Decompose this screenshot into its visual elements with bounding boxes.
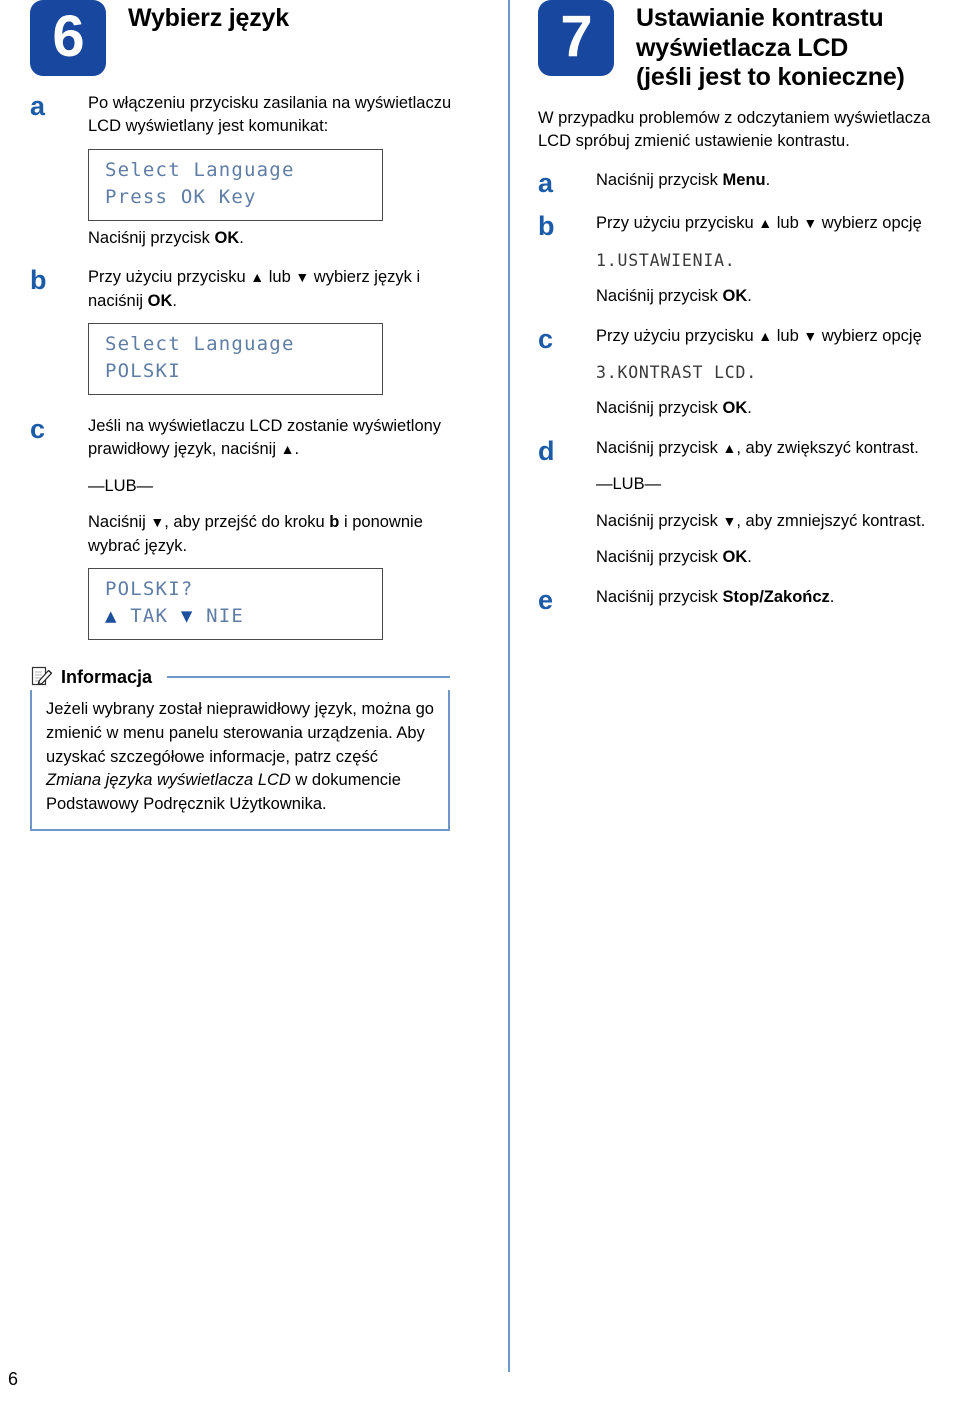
lcd-display-a: Select Language Press OK Key	[88, 148, 383, 221]
up-arrow-icon: ▲	[758, 215, 773, 232]
information-note-title: Informacja	[61, 666, 153, 687]
substep-c-text-2: Naciśnij przycisk OK.	[596, 399, 752, 418]
step-7-title: Ustawianie kontrastu wyświetlacza LCD (j…	[636, 0, 905, 93]
step-number-badge-7: 7	[538, 0, 614, 76]
down-arrow-icon: ▼	[150, 514, 165, 531]
right-column: 7 Ustawianie kontrastu wyświetlacza LCD …	[538, 0, 950, 613]
lcd-display-b: Select Language POLSKI	[88, 323, 383, 395]
substep-a: a Naciśnij przycisk Menu.	[538, 168, 950, 199]
button-name-ok: OK	[722, 399, 748, 418]
substep-a-text: Naciśnij przycisk Menu.	[596, 171, 771, 190]
substep-a-body: Po włączeniu przycisku zasilania na wyśw…	[88, 92, 470, 250]
menu-option-value: 1.USTAWIENIA.	[596, 250, 736, 270]
substep-b-body: Przy użyciu przycisku ▲ lub ▼ wybierz ję…	[88, 266, 470, 399]
substep-e: e Naciśnij przycisk Stop/Zakończ.	[538, 586, 950, 613]
substep-c-text-1: Jeśli na wyświetlaczu LCD zostanie wyświ…	[88, 416, 442, 459]
information-note-rule	[167, 676, 450, 679]
substep-c-text-2: Naciśnij ▼, aby przejść do kroku b i pon…	[88, 513, 423, 555]
step-6-title-line-1: Wybierz język	[128, 4, 289, 32]
down-arrow-icon: ▼	[803, 327, 818, 344]
substep-letter-b: b	[538, 211, 555, 242]
down-arrow-icon: ▼	[180, 605, 194, 628]
substep-letter-b: b	[30, 265, 47, 296]
button-name-menu: Menu	[722, 171, 766, 190]
note-text-italic-ref: Zmiana języka wyświetlacza LCD	[46, 771, 291, 790]
substep-letter-a: a	[538, 168, 554, 199]
substep-letter-d: d	[538, 435, 555, 466]
lcd-line: POLSKI?	[105, 578, 194, 601]
substep-a-after: Naciśnij przycisk OK.	[88, 228, 244, 247]
substep-b: b Przy użyciu przycisku ▲ lub ▼ wybierz …	[30, 266, 470, 399]
note-pencil-icon	[30, 665, 54, 689]
information-note: Informacja Jeżeli wybrany został niepraw…	[30, 664, 450, 831]
down-arrow-icon: ▼	[722, 512, 737, 529]
lcd-line: Press OK Key	[105, 185, 257, 208]
substep-letter-e: e	[538, 584, 554, 615]
left-column: 6 Wybierz język a Po włączeniu przycisku…	[30, 0, 470, 831]
lcd-line: ▲ TAK ▼ NIE	[105, 605, 245, 628]
lcd-line: POLSKI	[105, 360, 181, 383]
button-name-stop-exit: Stop/Zakończ	[722, 587, 830, 606]
substep-d-body: Naciśnij przycisk ▲, aby zwiększyć kontr…	[596, 437, 950, 570]
substep-letter-a: a	[30, 91, 46, 121]
substep-d: d Naciśnij przycisk ▲, aby zwiększyć kon…	[538, 437, 950, 570]
step-6-header: 6 Wybierz język	[30, 0, 470, 76]
button-name-ok: OK	[147, 291, 173, 310]
substep-c: c Przy użyciu przycisku ▲ lub ▼ wybierz …	[538, 325, 950, 421]
substep-d-text-2: Naciśnij przycisk ▼, aby zmniejszyć kont…	[596, 511, 926, 530]
lcd-line: Select Language	[105, 333, 295, 356]
substep-d-or: —LUB—	[596, 475, 662, 494]
step-7-title-line-1: Ustawianie kontrastu	[636, 4, 884, 32]
step-7-title-line-2: wyświetlacza LCD	[636, 33, 849, 62]
menu-option-value: 3.KONTRAST LCD.	[596, 363, 758, 383]
step-6-title: Wybierz język	[128, 0, 289, 34]
lcd-display-c: POLSKI? ▲ TAK ▼ NIE	[88, 568, 383, 641]
substep-c-body: Przy użyciu przycisku ▲ lub ▼ wybierz op…	[596, 325, 950, 421]
information-note-body: Jeżeli wybrany został nieprawidłowy języ…	[30, 690, 450, 831]
substep-letter-c: c	[538, 323, 554, 354]
step-7-intro: W przypadku problemów z odczytaniem wyśw…	[538, 108, 931, 150]
up-arrow-icon: ▲	[105, 605, 118, 628]
lcd-line: Select Language	[105, 158, 295, 181]
note-pencil-icon-svg	[31, 666, 53, 686]
substep-b-body: Przy użyciu przycisku ▲ lub ▼ wybierz op…	[596, 212, 950, 308]
substep-c-or: —LUB—	[88, 476, 154, 495]
down-arrow-icon: ▼	[295, 269, 310, 286]
substep-a-text: Po włączeniu przycisku zasilania na wyśw…	[88, 94, 452, 136]
page-number: 6	[8, 1369, 19, 1389]
substep-c: c Jeśli na wyświetlaczu LCD zostanie wyś…	[30, 415, 470, 644]
substep-a-body: Naciśnij przycisk Menu.	[596, 169, 950, 192]
down-arrow-icon: ▼	[803, 215, 818, 232]
substep-b-text-1: Przy użyciu przycisku ▲ lub ▼ wybierz op…	[596, 214, 922, 233]
step-7-header: 7 Ustawianie kontrastu wyświetlacza LCD …	[538, 0, 950, 93]
step-7-title-line-3: (jeśli jest to konieczne)	[636, 63, 905, 91]
information-note-header: Informacja	[30, 664, 450, 690]
up-arrow-icon: ▲	[722, 439, 737, 456]
substep-b: b Przy użyciu przycisku ▲ lub ▼ wybierz …	[538, 212, 950, 308]
substep-d-text-3: Naciśnij przycisk OK.	[596, 548, 752, 567]
substep-c-body: Jeśli na wyświetlaczu LCD zostanie wyświ…	[88, 415, 470, 644]
substep-d-text-1: Naciśnij przycisk ▲, aby zwiększyć kontr…	[596, 438, 919, 457]
button-name-ok: OK	[214, 228, 240, 247]
button-name-ok: OK	[722, 548, 748, 567]
substep-b-text-2: Naciśnij przycisk OK.	[596, 287, 752, 306]
step-ref-b: b	[329, 513, 340, 532]
substep-e-body: Naciśnij przycisk Stop/Zakończ.	[596, 586, 950, 609]
up-arrow-icon: ▲	[250, 269, 265, 286]
substep-letter-c: c	[30, 413, 46, 444]
up-arrow-icon: ▲	[280, 441, 295, 458]
substep-e-text: Naciśnij przycisk Stop/Zakończ.	[596, 587, 835, 606]
column-divider	[508, 0, 510, 1372]
button-name-ok: OK	[722, 287, 748, 306]
substep-b-text: Przy użyciu przycisku ▲ lub ▼ wybierz ję…	[88, 268, 421, 310]
note-text-part-1: Jeżeli wybrany został nieprawidłowy języ…	[46, 700, 434, 766]
step-number-badge-6: 6	[30, 0, 106, 76]
substep-a: a Po włączeniu przycisku zasilania na wy…	[30, 92, 470, 250]
substep-c-text-1: Przy użyciu przycisku ▲ lub ▼ wybierz op…	[596, 326, 922, 345]
up-arrow-icon: ▲	[758, 327, 773, 344]
document-page: 6 Wybierz język a Po włączeniu przycisku…	[0, 0, 960, 1404]
